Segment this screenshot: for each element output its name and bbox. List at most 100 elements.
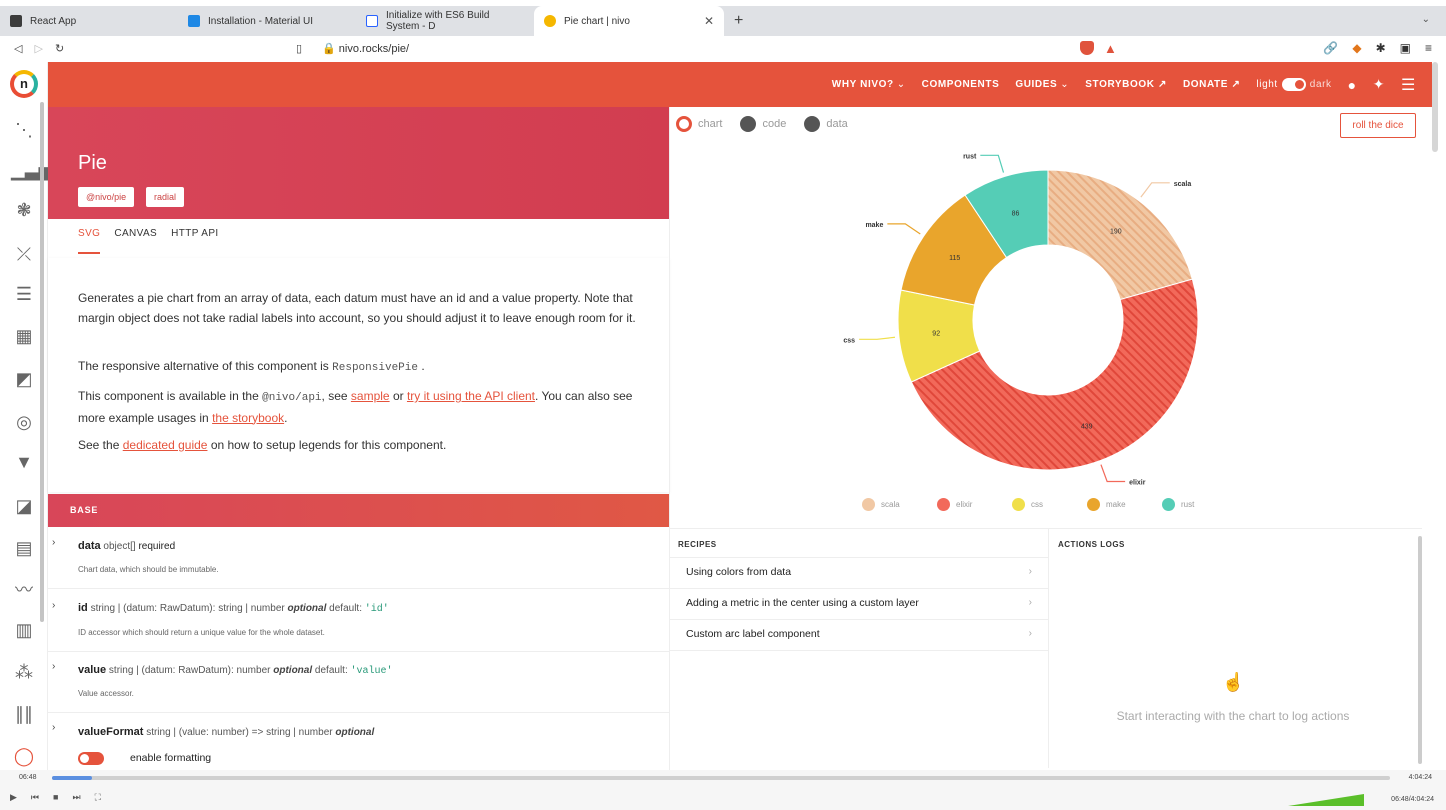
nav-components[interactable]: COMPONENTS — [922, 79, 1000, 90]
fullscreen-icon[interactable]: ⛶ — [95, 792, 101, 803]
pie-icon[interactable]: ◯ — [11, 744, 37, 768]
tab-chart[interactable]: chart — [676, 116, 722, 132]
actions-scrollbar[interactable] — [1418, 536, 1422, 764]
prop-name: value — [78, 664, 107, 676]
tab-http-api[interactable]: HTTP API — [171, 228, 218, 254]
bookmark-icon[interactable]: ▯ — [296, 42, 302, 55]
area-bump-icon[interactable]: ⋱ — [11, 118, 37, 142]
bullet-icon[interactable]: ☰ — [11, 282, 37, 306]
prop-name: id — [78, 602, 88, 614]
nav-why-nivo[interactable]: WHY NIVO? ⌄ — [832, 79, 906, 90]
forward-icon[interactable]: ▷ — [34, 42, 42, 55]
bump-icon[interactable]: ⤫ — [11, 242, 37, 266]
menu-icon[interactable]: ☰ — [1401, 75, 1416, 95]
api-client-link[interactable]: try it using the API client — [407, 389, 535, 403]
roll-the-dice-button[interactable]: roll the dice — [1340, 113, 1416, 138]
nivo-logo[interactable]: n — [10, 70, 38, 98]
url-text: nivo.rocks/pie/ — [338, 42, 410, 55]
bubble-icon[interactable]: ❃ — [11, 198, 37, 222]
slice-link-line — [1100, 464, 1126, 483]
page-title: Pie — [78, 152, 107, 174]
marimekko-icon[interactable]: ▥ — [11, 618, 37, 642]
prop-description: Chart data, which should be immutable. — [78, 565, 219, 574]
puzzle-icon[interactable]: ✱ — [1376, 41, 1386, 55]
parallel-icon[interactable]: ∥∥ — [11, 702, 37, 726]
browser-tab-react[interactable]: React App — [0, 6, 178, 36]
bar-chart-icon[interactable]: ▁▃▅ — [11, 158, 53, 182]
line-chart-icon[interactable]: 〰 — [11, 578, 37, 602]
brave-shield-icon[interactable] — [1080, 41, 1094, 55]
chord-icon[interactable]: ◎ — [11, 410, 37, 434]
legend-label: scala — [881, 500, 900, 509]
prop-row[interactable]: › value string | (datum: RawDatum): numb… — [48, 653, 669, 713]
prop-row[interactable]: › data object[] required Chart data, whi… — [48, 531, 669, 589]
theme-toggle[interactable] — [1281, 78, 1306, 91]
volume-slider[interactable] — [1288, 794, 1364, 806]
sample-link[interactable]: sample — [351, 389, 390, 403]
recipe-link[interactable]: Custom arc label component › — [686, 628, 1032, 640]
play-icon[interactable]: ▶ — [10, 792, 17, 803]
storybook-link[interactable]: the storybook — [212, 411, 284, 425]
base-section-header[interactable]: BASE — [48, 494, 669, 527]
legend-item-scala[interactable]: scala — [862, 498, 937, 511]
back-icon[interactable]: ◁ — [14, 42, 22, 55]
seek-bar[interactable] — [52, 776, 1390, 780]
light-label: light — [1256, 79, 1278, 90]
choropleth-icon[interactable]: ◩ — [11, 367, 37, 391]
link-icon[interactable]: 🔗 — [1323, 41, 1338, 55]
chevron-right-icon[interactable]: › — [52, 722, 55, 733]
nav-donate[interactable]: DONATE ↗ — [1183, 79, 1240, 90]
prop-row[interactable]: › id string | (datum: RawDatum): string … — [48, 590, 669, 652]
legend-item-rust[interactable]: rust — [1162, 498, 1237, 511]
tab-canvas[interactable]: CANVAS — [114, 228, 157, 254]
brave-rewards-icon[interactable]: ▲ — [1104, 41, 1117, 56]
enable-formatting-toggle[interactable] — [78, 752, 104, 765]
legends-guide-link[interactable]: dedicated guide — [123, 438, 208, 452]
browser-tab-es6[interactable]: Initialize with ES6 Build System - D — [356, 6, 534, 36]
category-tag[interactable]: radial — [146, 187, 185, 207]
chevron-right-icon[interactable]: › — [52, 600, 55, 611]
recipe-link[interactable]: Using colors from data › — [686, 566, 1032, 578]
tab-code[interactable]: code — [740, 116, 786, 132]
page-scrollbar[interactable] — [1432, 62, 1438, 152]
menu-icon[interactable]: ≡ — [1425, 41, 1432, 55]
new-tab-button[interactable]: + — [734, 6, 743, 36]
prop-row[interactable]: › valueFormat string | (value: number) =… — [48, 714, 669, 774]
chevron-right-icon[interactable]: › — [52, 661, 55, 672]
browser-tab-mui[interactable]: Installation - Material UI — [178, 6, 356, 36]
wallet-icon[interactable]: ▣ — [1400, 41, 1411, 55]
reload-icon[interactable]: ↻ — [55, 42, 64, 55]
previous-icon[interactable]: ⏮ — [31, 792, 39, 803]
nav-storybook[interactable]: STORYBOOK ↗ — [1085, 79, 1167, 90]
divider — [670, 650, 1048, 651]
recipe-label: Using colors from data — [686, 566, 792, 578]
funnel-icon[interactable]: ▼ — [11, 450, 37, 474]
tab-list-chevron-icon[interactable]: ⌄ — [1422, 14, 1430, 25]
calendar-icon[interactable]: ▦ — [11, 324, 37, 348]
legend-label: elixir — [956, 500, 973, 509]
twitter-icon[interactable]: ✦ — [1373, 76, 1385, 93]
stop-icon[interactable]: ■ — [53, 792, 58, 803]
url-field[interactable]: 🔒 nivo.rocks/pie/ — [322, 42, 409, 55]
metamask-icon[interactable]: ◆ — [1352, 41, 1361, 55]
nav-guides[interactable]: GUIDES ⌄ — [1015, 79, 1069, 90]
next-icon[interactable]: ⏭ — [72, 792, 80, 803]
heatmap-icon[interactable]: ▤ — [11, 536, 37, 560]
tab-data[interactable]: data — [804, 116, 848, 132]
pie-chart[interactable]: 190 scala 439 elixir 92 css 115 make 86 rust — [840, 150, 1260, 495]
network-icon[interactable]: ⁂ — [11, 660, 37, 684]
browser-tab-nivo[interactable]: Pie chart | nivo ✕ — [534, 6, 724, 36]
prop-optional: optional — [335, 727, 375, 738]
recipe-link[interactable]: Adding a metric in the center using a cu… — [686, 597, 1032, 609]
legend-item-make[interactable]: make — [1087, 498, 1162, 511]
tab-svg[interactable]: SVG — [78, 228, 101, 254]
legend-item-elixir[interactable]: elixir — [937, 498, 1012, 511]
geo-map-icon[interactable]: ◪ — [11, 494, 37, 518]
github-icon[interactable]: ● — [1348, 77, 1357, 93]
theme-switch[interactable]: light dark — [1256, 78, 1331, 91]
package-tag[interactable]: @nivo/pie — [78, 187, 135, 207]
sidebar-scrollbar[interactable] — [40, 102, 44, 622]
legend-item-css[interactable]: css — [1012, 498, 1087, 511]
close-tab-icon[interactable]: ✕ — [704, 14, 714, 28]
chevron-right-icon[interactable]: › — [52, 537, 55, 548]
